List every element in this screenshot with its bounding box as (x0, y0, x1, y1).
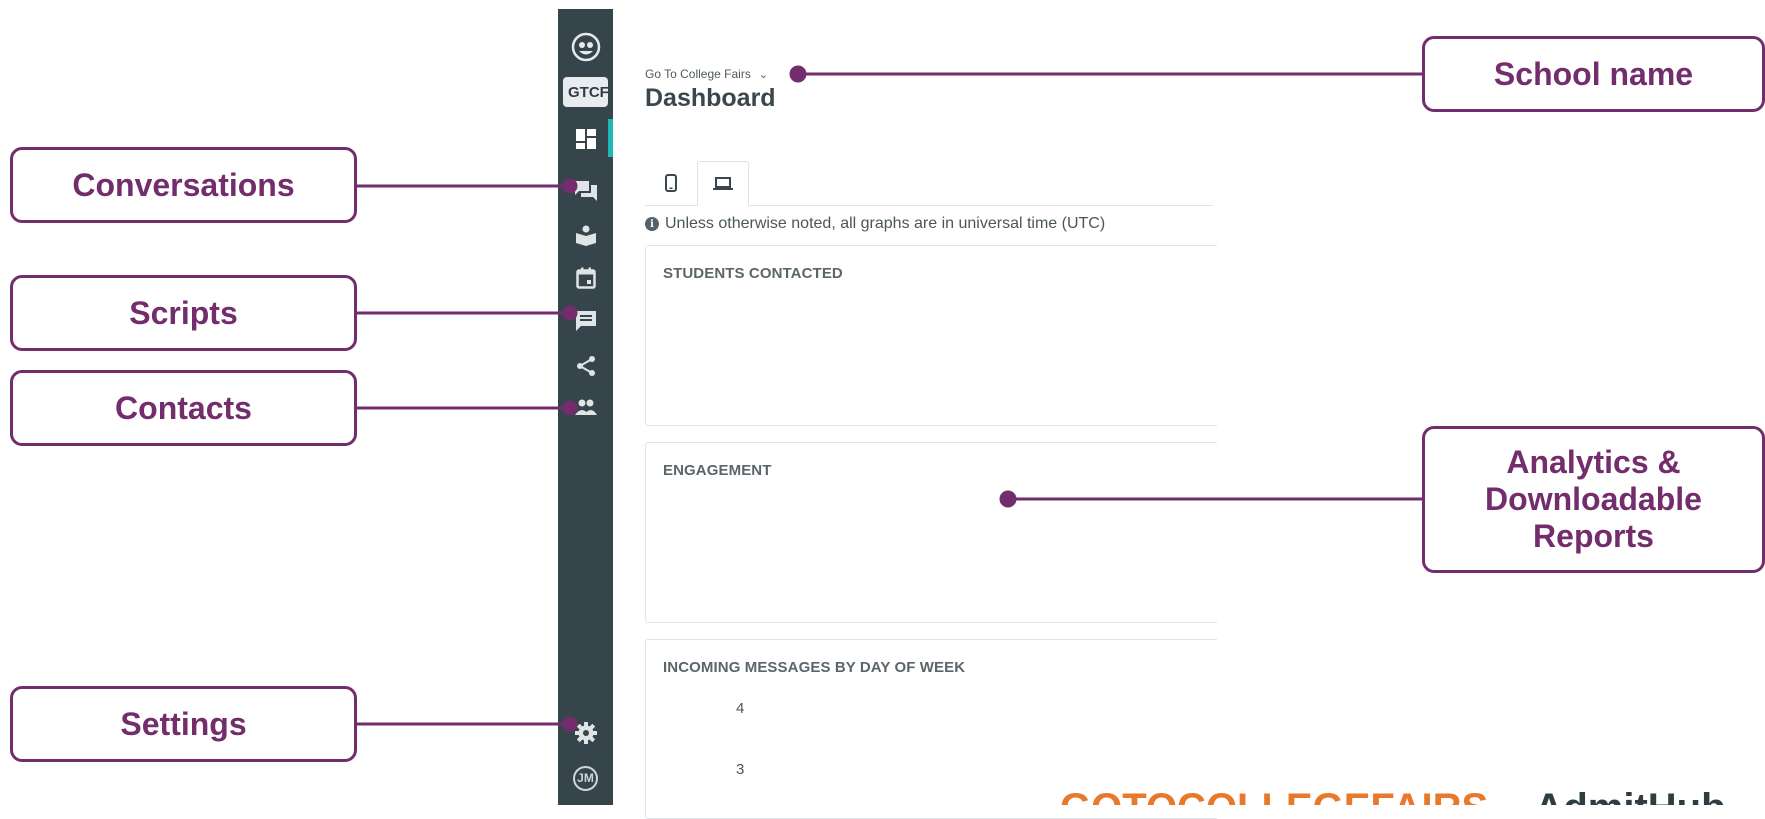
callout-label: Scripts (129, 294, 238, 331)
main-content: Go To College Fairs ⌄ Dashboard i Unless… (613, 0, 1217, 819)
conversations-icon[interactable] (558, 173, 613, 209)
tab-mobile[interactable] (645, 161, 697, 205)
y-tick-label: 4 (736, 700, 745, 717)
callout-contacts: Contacts (10, 370, 357, 446)
card-title: INCOMING MESSAGES BY DAY OF WEEK (663, 659, 966, 676)
callout-scripts: Scripts (10, 275, 357, 351)
utc-note-text: Unless otherwise noted, all graphs are i… (665, 215, 1106, 232)
mobile-icon (665, 174, 677, 192)
scripts-icon[interactable] (558, 303, 613, 339)
students-contacted-card: STUDENTS CONTACTED (645, 245, 1217, 426)
school-name: Go To College Fairs (645, 67, 751, 81)
contacts-icon[interactable] (558, 390, 613, 426)
callout-label: School name (1493, 55, 1694, 92)
callout-label: Contacts (115, 389, 252, 426)
calendar-icon[interactable] (558, 260, 613, 296)
info-icon: i (645, 217, 659, 231)
utc-note: i Unless otherwise noted, all graphs are… (645, 215, 1105, 233)
callout-school-name: School name (1422, 36, 1765, 112)
school-switcher[interactable]: Go To College Fairs ⌄ (645, 67, 768, 81)
card-title: STUDENTS CONTACTED (663, 265, 843, 282)
gear-icon[interactable] (558, 715, 613, 751)
y-tick-label: 3 (736, 761, 745, 778)
org-badge-text: GTCF (568, 83, 608, 101)
chevron-down-icon: ⌄ (758, 68, 769, 81)
callout-analytics: Analytics & Downloadable Reports (1422, 426, 1765, 573)
callout-label: Conversations (72, 166, 295, 203)
callout-conversations: Conversations (10, 147, 357, 223)
owl-logo-icon[interactable] (558, 29, 613, 65)
tab-desktop[interactable] (697, 161, 749, 206)
user-avatar[interactable]: JM (558, 760, 613, 796)
dashboard-icon[interactable] (558, 121, 613, 157)
device-tabs (645, 161, 1213, 206)
callout-settings: Settings (10, 686, 357, 762)
engagement-card: ENGAGEMENT (645, 442, 1217, 623)
admithub-logo: AdmitHub (1534, 788, 1725, 805)
knowledge-base-icon[interactable] (558, 217, 613, 253)
card-title: ENGAGEMENT (663, 462, 772, 479)
desktop-icon (713, 176, 733, 190)
gotocollegefairs-logo: GOTOCOLLEGEFAIRS (1060, 788, 1488, 805)
page-title: Dashboard (645, 84, 776, 112)
share-integrations-icon[interactable] (558, 348, 613, 384)
callout-label: Analytics & Downloadable Reports (1485, 444, 1702, 554)
user-initials: JM (573, 765, 598, 791)
callout-label: Settings (120, 705, 247, 742)
sidebar: GTCF JM (558, 9, 613, 805)
org-badge[interactable]: GTCF (563, 77, 608, 107)
partner-logos: GOTOCOLLEGEFAIRS AdmitHub (1060, 788, 1765, 805)
